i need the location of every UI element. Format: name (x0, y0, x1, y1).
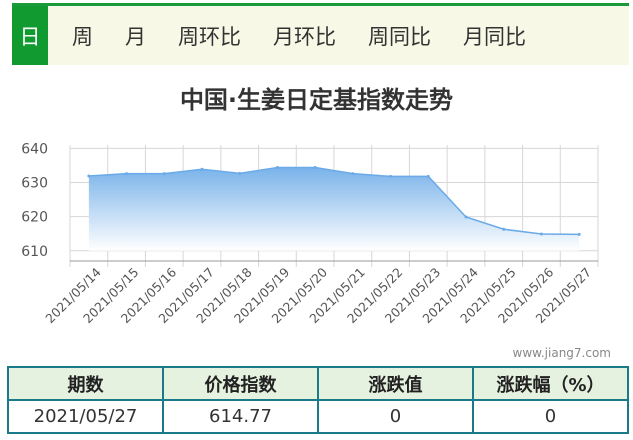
y-tick-label: 610 (21, 244, 48, 260)
data-point (238, 171, 242, 175)
data-point (351, 172, 355, 176)
data-point (389, 174, 393, 178)
data-point (502, 227, 506, 231)
data-point (200, 167, 204, 171)
data-point (577, 232, 581, 236)
data-point (275, 166, 279, 170)
data-point (539, 232, 543, 236)
cell-price-index: 614.77 (162, 399, 319, 434)
header-change-percent: 涨跌幅（%） (472, 366, 629, 401)
tab-day[interactable]: 日 (12, 6, 48, 65)
table-row: 2021/05/27 614.77 0 0 (7, 399, 629, 434)
index-summary-table: 期数 价格指数 涨跌值 涨跌幅（%） 2021/05/27 614.77 0 0 (7, 366, 629, 434)
x-axis: 2021/05/142021/05/152021/05/162021/05/17… (42, 264, 594, 326)
tab-month-over-month[interactable]: 月环比 (257, 6, 352, 65)
header-price-index: 价格指数 (162, 366, 319, 401)
data-point (313, 166, 317, 170)
tab-month-year-over-year[interactable]: 月同比 (447, 6, 542, 65)
data-point (125, 172, 129, 176)
index-trend-chart: 610 620 630 640 2021/05/142021/05/152021/05… (21, 141, 599, 326)
data-point (426, 174, 430, 178)
series-area-fill (88, 167, 580, 251)
data-point (87, 174, 91, 178)
table-header-row: 期数 价格指数 涨跌值 涨跌幅（%） (7, 366, 629, 401)
cell-change-percent: 0 (472, 399, 629, 434)
period-tab-bar: 日 周 月 周环比 月环比 周同比 月同比 (12, 3, 629, 65)
tab-week-over-week[interactable]: 周环比 (162, 6, 257, 65)
cell-period: 2021/05/27 (7, 399, 164, 434)
tab-week[interactable]: 周 (56, 6, 109, 65)
chart-title: 中国·生姜日定基指数走势 (179, 86, 454, 114)
chart-area-layer (87, 166, 581, 251)
y-tick-label: 640 (21, 141, 48, 157)
y-axis: 610 620 630 640 (21, 141, 48, 259)
y-tick-label: 620 (21, 210, 48, 226)
tab-week-year-over-year[interactable]: 周同比 (352, 6, 447, 65)
data-point (162, 172, 166, 176)
data-point (464, 215, 468, 219)
header-change-value: 涨跌值 (317, 366, 474, 401)
cell-change-value: 0 (317, 399, 474, 434)
site-watermark: www.jiang7.com (512, 346, 611, 360)
tab-month[interactable]: 月 (109, 6, 162, 65)
y-tick-label: 630 (21, 176, 48, 192)
header-period: 期数 (7, 366, 164, 401)
